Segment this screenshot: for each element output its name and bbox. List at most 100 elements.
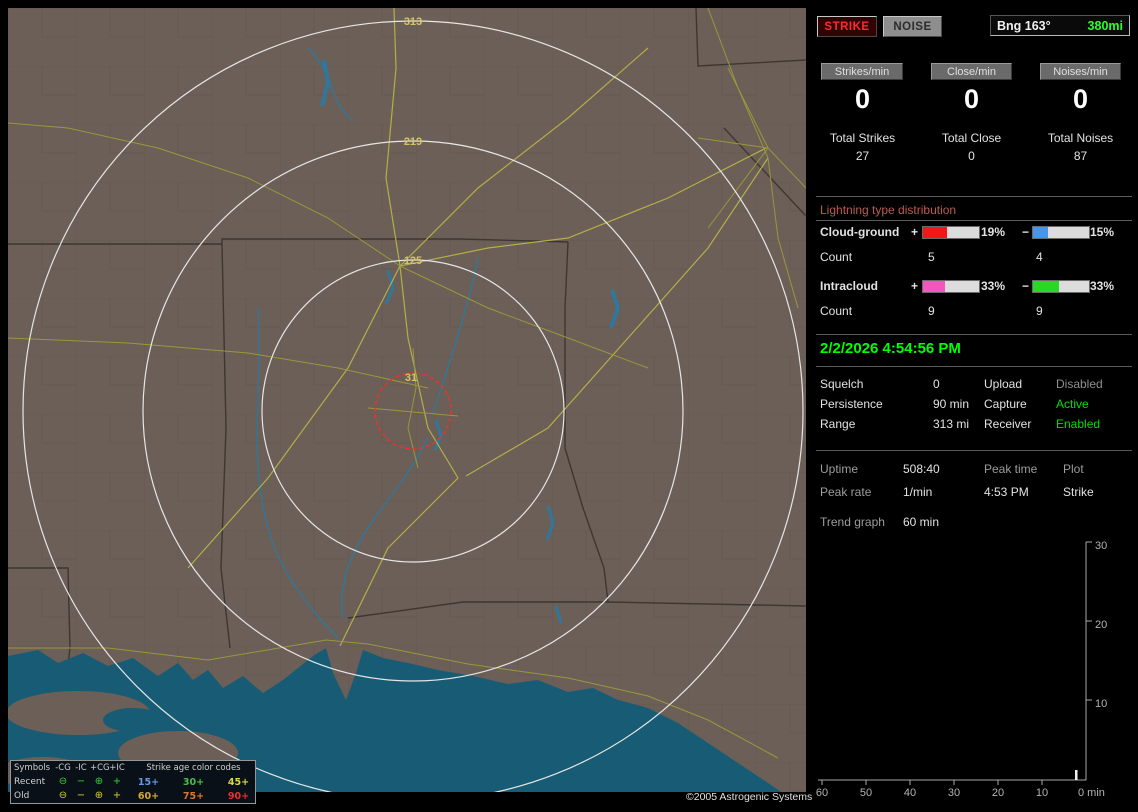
intracloud-minus-pct: 33% bbox=[1090, 279, 1115, 293]
plus-sign: + bbox=[911, 279, 919, 293]
x-tick-40: 40 bbox=[904, 787, 916, 799]
noise-button[interactable]: NOISE bbox=[883, 16, 942, 37]
trend-graph: 30 20 10 60 50 40 30 20 10 0 min bbox=[816, 540, 1107, 799]
pos-cg-recent-icon: ⊕ bbox=[94, 776, 104, 787]
intracloud-plus-pct: 33% bbox=[981, 279, 1006, 293]
plot-value: Strike bbox=[1063, 485, 1094, 499]
x-tick-30: 30 bbox=[948, 787, 960, 799]
trend-axes bbox=[818, 541, 1092, 785]
total-noises-value: 87 bbox=[1073, 149, 1088, 163]
legend-recent-label: Recent bbox=[14, 777, 46, 787]
distribution-title: Lightning type distribution bbox=[820, 203, 957, 217]
x-tick-20: 20 bbox=[992, 787, 1004, 799]
x-tick-60: 60 bbox=[816, 787, 828, 799]
y-tick-30: 30 bbox=[1095, 540, 1107, 552]
total-close-label: Total Close bbox=[941, 131, 1002, 145]
persistence-label: Persistence bbox=[820, 397, 883, 411]
cloud-ground-minus-bar bbox=[1032, 226, 1090, 239]
y-tick-10: 10 bbox=[1095, 698, 1107, 710]
intracloud-label: Intracloud bbox=[820, 279, 879, 293]
close-per-min-value: 0 bbox=[963, 84, 980, 114]
separator bbox=[816, 366, 1132, 367]
y-tick-20: 20 bbox=[1095, 619, 1107, 631]
cloud-ground-plus-bar bbox=[922, 226, 980, 239]
squelch-label: Squelch bbox=[820, 377, 864, 391]
legend-old-label: Old bbox=[14, 791, 30, 801]
age-15: 15+ bbox=[137, 776, 160, 788]
minus-sign: − bbox=[1022, 279, 1030, 293]
trend-graph-value: 60 min bbox=[903, 515, 940, 529]
separator bbox=[816, 196, 1132, 197]
upload-label: Upload bbox=[984, 377, 1023, 391]
pos-cg-old-icon: ⊕ bbox=[94, 790, 104, 801]
squelch-value: 0 bbox=[933, 377, 940, 391]
bearing-range-value: 380mi bbox=[1087, 18, 1123, 33]
legend-col-neg-ic: -IC bbox=[75, 763, 87, 773]
cloud-ground-label: Cloud-ground bbox=[820, 225, 900, 239]
intracloud-minus-count: 9 bbox=[1036, 304, 1043, 318]
intracloud-minus-bar bbox=[1032, 280, 1090, 293]
persistence-value: 90 min bbox=[933, 397, 970, 411]
receiver-status: Enabled bbox=[1056, 417, 1101, 431]
peak-time-label: Peak time bbox=[984, 462, 1038, 476]
x-tick-10: 10 bbox=[1036, 787, 1048, 799]
range-label: Range bbox=[820, 417, 856, 431]
strikes-per-min-label: Strikes/min bbox=[821, 63, 903, 80]
age-75: 75+ bbox=[182, 790, 205, 802]
count-label: Count bbox=[820, 250, 853, 264]
map-legend: Symbols -CG -IC +CG +IC Strike age color… bbox=[10, 760, 256, 804]
neg-cg-old-icon: ⊖ bbox=[58, 790, 68, 801]
legend-col-pos-ic: +IC bbox=[109, 763, 125, 773]
cloud-ground-minus-pct: 15% bbox=[1090, 225, 1115, 239]
count-label: Count bbox=[820, 304, 853, 318]
total-close-value: 0 bbox=[968, 149, 975, 163]
intracloud-plus-bar bbox=[922, 280, 980, 293]
peak-time-value: 4:53 PM bbox=[984, 485, 1029, 499]
legend-age-header: Strike age color codes bbox=[146, 763, 241, 773]
legend-symbols-header: Symbols bbox=[14, 763, 51, 773]
age-60: 60+ bbox=[137, 790, 160, 802]
age-90: 90+ bbox=[227, 790, 250, 802]
intracloud-plus-count: 9 bbox=[928, 304, 935, 318]
total-noises-label: Total Noises bbox=[1047, 131, 1114, 145]
bearing-readout: Bng 163° 380mi bbox=[990, 15, 1130, 36]
peak-rate-value: 1/min bbox=[903, 485, 933, 499]
plus-sign: + bbox=[911, 225, 919, 239]
cloud-ground-plus-pct: 19% bbox=[981, 225, 1006, 239]
separator bbox=[816, 220, 1132, 221]
uptime-value: 508:40 bbox=[903, 462, 940, 476]
x-tick-50: 50 bbox=[860, 787, 872, 799]
legend-col-neg-cg: -CG bbox=[55, 763, 71, 773]
cloud-ground-minus-count: 4 bbox=[1036, 250, 1043, 264]
total-strikes-label: Total Strikes bbox=[829, 131, 896, 145]
upload-status: Disabled bbox=[1056, 377, 1103, 391]
noises-per-min-label: Noises/min bbox=[1040, 63, 1121, 80]
cloud-ground-plus-count: 5 bbox=[928, 250, 935, 264]
pos-ic-old-icon: + bbox=[112, 790, 122, 801]
strikes-per-min-value: 0 bbox=[854, 84, 871, 114]
neg-cg-recent-icon: ⊖ bbox=[58, 776, 68, 787]
ring-label-31: 31 bbox=[405, 372, 417, 384]
uptime-label: Uptime bbox=[820, 462, 859, 476]
map-canvas: 313 219 125 31 bbox=[0, 7, 807, 806]
capture-status: Active bbox=[1056, 397, 1089, 411]
ring-label-313: 313 bbox=[404, 16, 422, 28]
ring-label-125: 125 bbox=[404, 255, 422, 267]
total-strikes-value: 27 bbox=[855, 149, 870, 163]
legend-col-pos-cg: +CG bbox=[90, 763, 110, 773]
capture-label: Capture bbox=[984, 397, 1027, 411]
trend-graph-label: Trend graph bbox=[820, 515, 885, 529]
neg-ic-recent-icon: − bbox=[76, 776, 86, 787]
pos-ic-recent-icon: + bbox=[112, 776, 122, 787]
separator bbox=[816, 334, 1132, 335]
lightning-map[interactable]: 313 219 125 31 bbox=[0, 7, 807, 806]
strike-rate-spike bbox=[1075, 770, 1078, 780]
age-30: 30+ bbox=[182, 776, 205, 788]
trend-axis-labels: 30 20 10 60 50 40 30 20 10 0 min bbox=[816, 540, 1107, 799]
datetime-readout: 2/2/2026 4:54:56 PM bbox=[820, 340, 961, 357]
range-value: 313 mi bbox=[933, 417, 970, 431]
x-tick-0-min: 0 min bbox=[1078, 787, 1105, 799]
separator bbox=[816, 450, 1132, 451]
strike-button[interactable]: STRIKE bbox=[817, 16, 877, 37]
plot-label: Plot bbox=[1063, 462, 1084, 476]
